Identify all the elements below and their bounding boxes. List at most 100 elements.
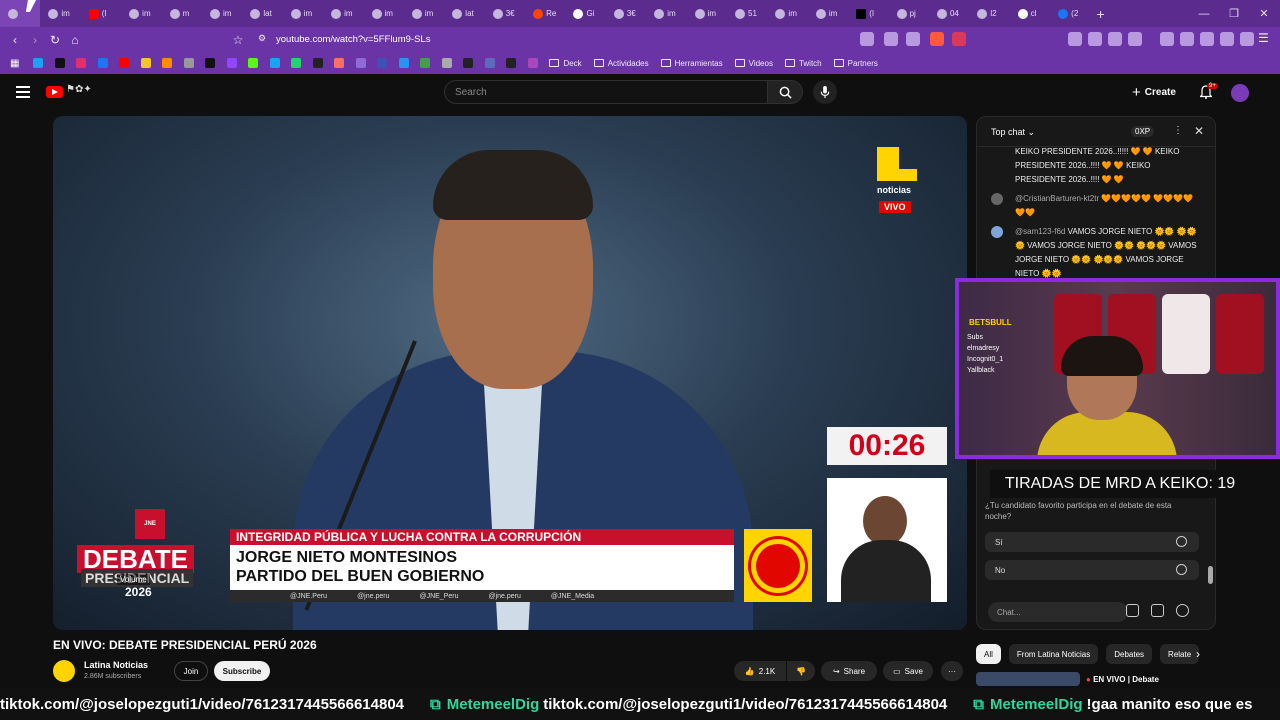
profile-icon[interactable] <box>1240 32 1254 46</box>
wallet-icon[interactable] <box>1180 32 1194 46</box>
maximize-button[interactable]: ❐ <box>1218 0 1250 27</box>
instagram-icon[interactable] <box>76 58 87 68</box>
back-button[interactable]: ‹ <box>5 30 25 50</box>
search-input[interactable]: Search <box>444 80 768 104</box>
leo-icon[interactable] <box>1200 32 1214 46</box>
browser-tab[interactable]: im <box>767 0 807 27</box>
close-window-button[interactable]: ✕ <box>1248 0 1280 27</box>
recommended-thumbnail[interactable] <box>976 672 1080 686</box>
like-button[interactable]: 👍 2.1K <box>734 661 786 681</box>
account-avatar[interactable] <box>1231 84 1249 102</box>
browser-tab[interactable]: l2 <box>969 0 1009 27</box>
subscribe-button[interactable]: Subscribe <box>214 661 270 681</box>
bookmark-star-icon[interactable]: ☆ <box>228 30 248 50</box>
bookmark-icon[interactable] <box>355 58 366 68</box>
chip-from-channel[interactable]: From Latina Noticias <box>1008 644 1099 664</box>
browser-tab[interactable]: lat <box>444 0 484 27</box>
poll-option-si[interactable]: Sí <box>985 532 1199 552</box>
join-button[interactable]: Join <box>174 661 208 681</box>
browser-tab[interactable]: cl <box>1010 0 1050 27</box>
kick-icon[interactable] <box>248 58 259 68</box>
bookmark-icon[interactable] <box>33 58 44 68</box>
chat-scrollbar[interactable] <box>1208 566 1213 584</box>
browser-tab[interactable]: 3€ <box>485 0 525 27</box>
browser-tab[interactable]: Re <box>525 0 565 27</box>
close-chat-icon[interactable]: ✕ <box>1194 124 1204 138</box>
channel-avatar[interactable] <box>53 660 75 682</box>
bookmark-folder-partners[interactable]: Partners <box>833 59 878 68</box>
bookmark-icon[interactable] <box>312 58 323 68</box>
extensions-puzzle-icon[interactable] <box>1108 32 1122 46</box>
video-player[interactable]: noticias VIVO 00:26 JNE DEBATE PRESIDENC… <box>53 116 967 630</box>
chip-related[interactable]: Relate <box>1160 644 1200 664</box>
forward-button[interactable]: › <box>25 30 45 50</box>
youtube-logo-icon[interactable] <box>46 86 63 98</box>
browser-tab[interactable]: im <box>364 0 404 27</box>
bookmark-folder-actividades[interactable]: Actividades <box>593 59 649 68</box>
channel-name[interactable]: Latina Noticias <box>84 660 148 670</box>
bookmark-folder-twitch[interactable]: Twitch <box>784 59 822 68</box>
cast-icon[interactable] <box>860 32 874 46</box>
more-options-icon[interactable]: ⋮ <box>1173 125 1183 136</box>
rewards-icon[interactable] <box>952 32 966 46</box>
doodle-logo[interactable]: ⚑✿✦ <box>66 84 92 95</box>
chip-all[interactable]: All <box>976 644 1001 664</box>
bookmark-icon[interactable] <box>484 58 495 68</box>
emoji-icon[interactable] <box>1126 604 1139 617</box>
bookmark-icon[interactable] <box>183 58 194 68</box>
voice-search-button[interactable] <box>813 80 837 104</box>
browser-tab[interactable]: 51 <box>727 0 767 27</box>
music-icon[interactable] <box>1160 32 1174 46</box>
bookmark-folder-herramientas[interactable]: Herramientas <box>660 59 723 68</box>
browser-tab[interactable]: im <box>687 0 727 27</box>
bookmark-icon[interactable] <box>506 58 517 68</box>
avatar[interactable] <box>991 226 1003 238</box>
bookmark-icon[interactable] <box>398 58 409 68</box>
browser-tab[interactable]: 3€ <box>606 0 646 27</box>
browser-tab[interactable]: im <box>283 0 323 27</box>
browser-tab[interactable]: im <box>121 0 161 27</box>
save-button[interactable]: ▭ Save <box>883 661 933 681</box>
chat-input[interactable]: Chat... <box>988 602 1128 622</box>
browser-tab[interactable]: im <box>646 0 686 27</box>
vpn-icon[interactable] <box>1220 32 1234 46</box>
bookmark-icon[interactable] <box>162 58 173 68</box>
create-button[interactable]: + Create <box>1132 82 1176 102</box>
browser-tab[interactable]: im <box>323 0 363 27</box>
reload-button[interactable]: ↻ <box>45 30 65 50</box>
recommended-title[interactable]: ● EN VIVO | Debate <box>1086 675 1159 684</box>
twitch-icon[interactable] <box>226 58 237 68</box>
bookmark-icon[interactable] <box>463 58 474 68</box>
extension-icon[interactable] <box>1068 32 1082 46</box>
menu-icon[interactable]: ☰ <box>1258 31 1269 45</box>
brave-shield-icon[interactable] <box>930 32 944 46</box>
bookmark-folder-videos[interactable]: Videos <box>734 59 773 68</box>
tiktok-icon[interactable] <box>54 58 65 68</box>
bookmark-icon[interactable] <box>377 58 388 68</box>
chat-author[interactable]: @CristianBarturen-kt2tr <box>1015 194 1099 203</box>
bookmark-icon[interactable] <box>420 58 431 68</box>
share-button[interactable]: ↪ Share <box>821 661 877 681</box>
bookmark-icon[interactable] <box>441 58 452 68</box>
xp-badge[interactable]: 0XP <box>1131 126 1155 137</box>
bookmark-icon[interactable] <box>334 58 345 68</box>
browser-tab[interactable]: im <box>404 0 444 27</box>
poll-option-no[interactable]: No <box>985 560 1199 580</box>
browser-tab[interactable]: im <box>202 0 242 27</box>
browser-tab[interactable]: Gi <box>565 0 605 27</box>
apps-grid-icon[interactable]: ▦ <box>10 58 19 69</box>
site-info-icon[interactable]: ⚙ <box>258 33 266 44</box>
browser-tab[interactable]: im <box>808 0 848 27</box>
browser-tab[interactable]: (I <box>81 0 121 27</box>
zoom-icon[interactable] <box>884 32 898 46</box>
new-tab-button[interactable]: + <box>1091 6 1111 22</box>
browser-tab[interactable]: (I <box>848 0 888 27</box>
bookmark-icon[interactable] <box>140 58 151 68</box>
chevron-right-icon[interactable]: › <box>1196 647 1200 661</box>
home-button[interactable]: ⌂ <box>65 30 85 50</box>
bookmark-icon[interactable] <box>269 58 280 68</box>
extension-icon[interactable] <box>1128 32 1142 46</box>
bookmark-icon[interactable] <box>527 58 538 68</box>
chip-debates[interactable]: Debates <box>1106 644 1153 664</box>
extension-icon[interactable] <box>1088 32 1102 46</box>
